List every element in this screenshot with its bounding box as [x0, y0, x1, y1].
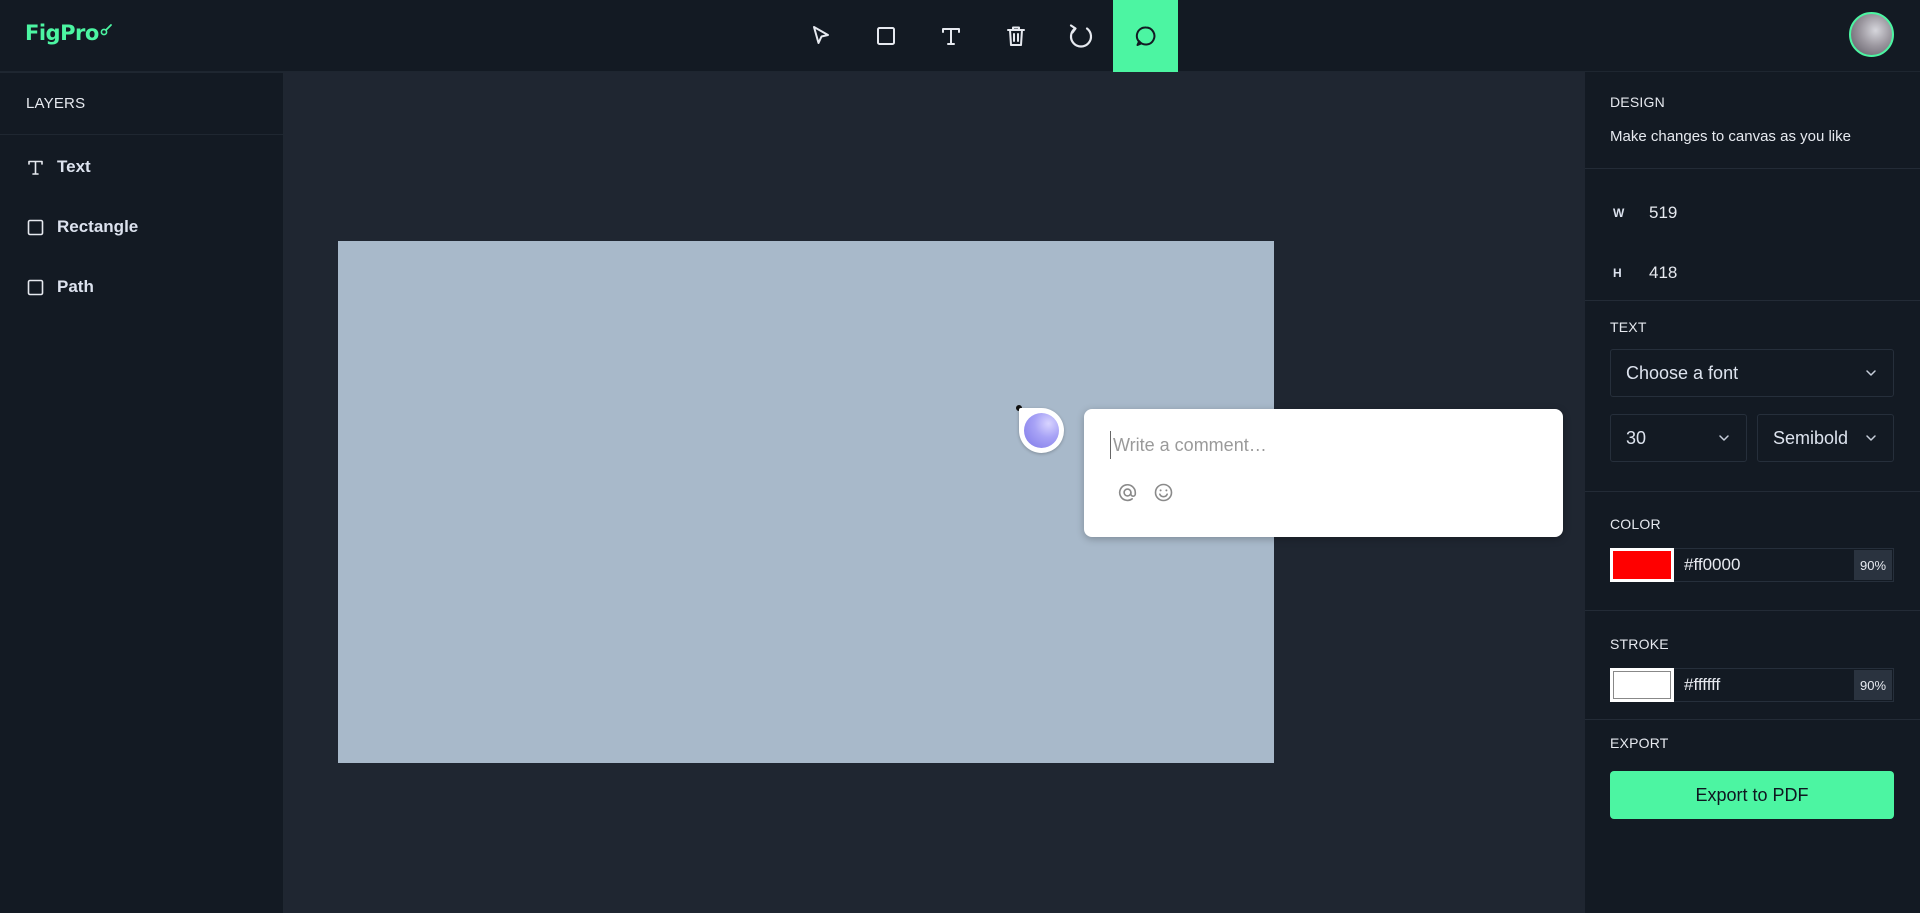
comment-tool-button[interactable]: [1113, 0, 1178, 72]
refresh-icon: [1069, 24, 1092, 48]
export-section: EXPORT Export to PDF: [1585, 720, 1920, 819]
layers-panel: LAYERS Text Rectangle Path: [0, 72, 284, 913]
text-tool-button[interactable]: [918, 0, 983, 72]
pen-nib-icon: [100, 23, 112, 35]
text-icon: [941, 28, 960, 45]
rectangle-tool-button[interactable]: [853, 0, 918, 72]
color-field: #ff0000 90%: [1610, 548, 1894, 582]
select-tool-button[interactable]: [788, 0, 853, 72]
comment-icon: [1135, 26, 1155, 46]
top-bar: FigPro: [0, 0, 1920, 72]
comment-actions: [1116, 481, 1175, 504]
layer-item-text[interactable]: Text: [0, 137, 283, 197]
user-avatar[interactable]: [1849, 12, 1894, 57]
color-section: COLOR #ff0000 90%: [1585, 492, 1920, 611]
width-field[interactable]: W 519: [1585, 183, 1920, 243]
color-title: COLOR: [1610, 516, 1661, 532]
cursor-icon: [812, 26, 829, 44]
height-label: H: [1613, 266, 1622, 280]
export-title: EXPORT: [1610, 735, 1669, 751]
layer-label: Text: [57, 157, 91, 176]
trash-icon: [1006, 26, 1025, 46]
height-field[interactable]: H 418: [1585, 243, 1920, 303]
stroke-color-hex[interactable]: #ffffff: [1674, 675, 1854, 695]
export-pdf-button[interactable]: Export to PDF: [1610, 771, 1894, 819]
design-section: DESIGN Make changes to canvas as you lik…: [1585, 72, 1920, 169]
mention-icon[interactable]: [1116, 481, 1139, 504]
font-family-select[interactable]: Choose a font: [1610, 349, 1894, 397]
font-family-value: Choose a font: [1626, 362, 1739, 383]
emoji-icon[interactable]: [1152, 481, 1175, 504]
app-logo[interactable]: FigPro: [25, 21, 113, 45]
font-size-value: 30: [1626, 427, 1647, 448]
layer-item-path[interactable]: Path: [0, 257, 283, 317]
delete-tool-button[interactable]: [983, 0, 1048, 72]
toolbar: [788, 0, 1178, 72]
fill-opacity[interactable]: 90%: [1854, 550, 1892, 580]
dimensions-section: W 519 H 418: [1585, 169, 1920, 301]
width-label: W: [1613, 206, 1625, 220]
stroke-color-swatch[interactable]: [1610, 668, 1674, 702]
comment-composer: [1084, 409, 1563, 537]
chevron-down-icon: [1719, 435, 1729, 441]
font-options-row: 30 Semibold: [1610, 414, 1895, 462]
layers-title: LAYERS: [0, 72, 283, 135]
chevron-down-icon: [1866, 370, 1876, 376]
fill-color-swatch[interactable]: [1610, 548, 1674, 582]
layer-label: Rectangle: [57, 217, 139, 236]
comment-author-avatar: [1019, 408, 1064, 453]
square-icon: [876, 27, 895, 45]
font-weight-select[interactable]: Semibold: [1757, 414, 1894, 462]
design-title: DESIGN: [1610, 94, 1665, 110]
stroke-opacity[interactable]: 90%: [1854, 670, 1892, 700]
layer-label: Path: [57, 277, 94, 296]
reset-tool-button[interactable]: [1048, 0, 1113, 72]
square-icon: [27, 279, 44, 296]
comment-input[interactable]: [1110, 431, 1540, 459]
square-icon: [27, 219, 44, 236]
design-panel: DESIGN Make changes to canvas as you lik…: [1585, 72, 1920, 913]
width-value[interactable]: 519: [1649, 203, 1677, 223]
fill-color-hex[interactable]: #ff0000: [1674, 555, 1854, 575]
stroke-section: STROKE #ffffff 90%: [1585, 611, 1920, 720]
stroke-field: #ffffff 90%: [1610, 668, 1894, 702]
chevron-down-icon: [1866, 435, 1876, 441]
font-size-select[interactable]: 30: [1610, 414, 1747, 462]
layer-item-rectangle[interactable]: Rectangle: [0, 197, 283, 257]
avatar: [1024, 413, 1059, 448]
height-value[interactable]: 418: [1649, 263, 1677, 283]
text-title: TEXT: [1610, 319, 1647, 335]
text-icon: [27, 159, 44, 176]
font-weight-value: Semibold: [1773, 427, 1849, 448]
stroke-title: STROKE: [1610, 636, 1669, 652]
design-subtitle: Make changes to canvas as you like: [1610, 128, 1851, 145]
text-section: TEXT Choose a font 30 Semibold: [1585, 301, 1920, 492]
